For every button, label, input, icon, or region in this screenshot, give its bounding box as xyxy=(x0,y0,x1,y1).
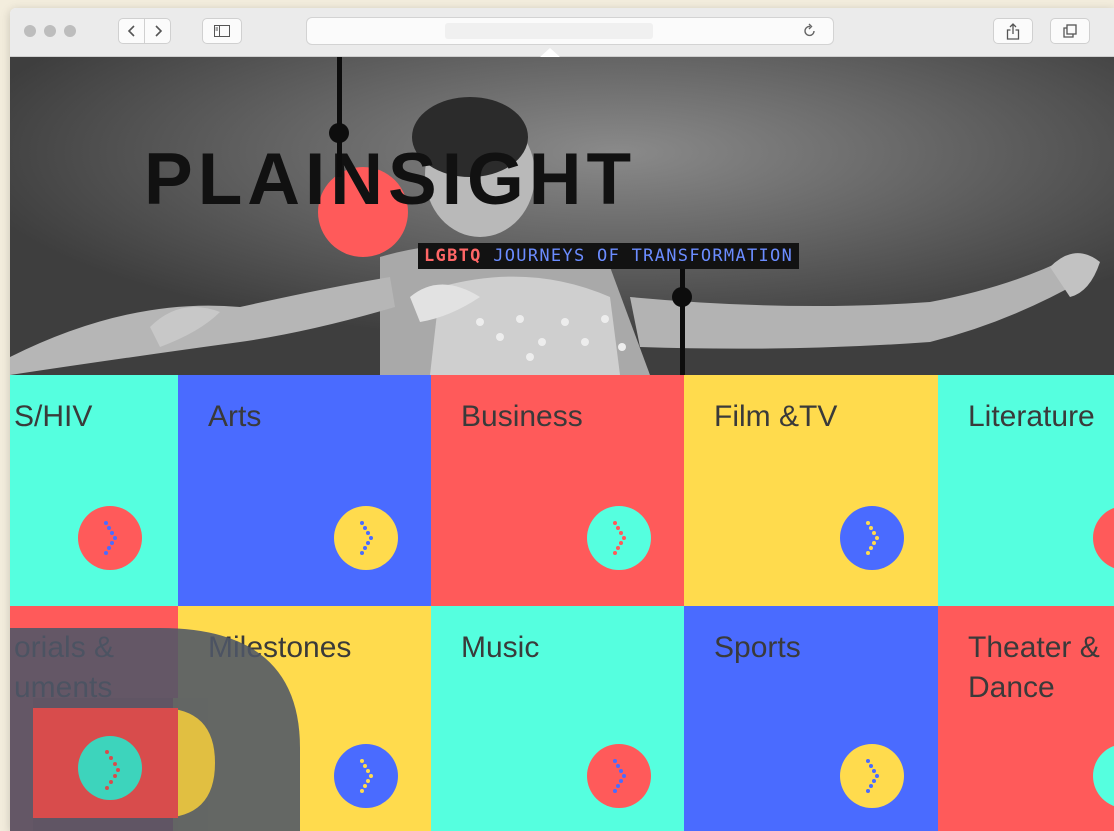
tagline-highlight: LGBTQ xyxy=(424,246,482,266)
category-go-button[interactable] xyxy=(840,506,904,570)
category-go-button[interactable] xyxy=(78,506,142,570)
category-label: Sports xyxy=(714,631,801,664)
category-tile[interactable]: Milestones xyxy=(178,606,431,831)
chevron-right-icon xyxy=(613,759,626,793)
category-go-button[interactable] xyxy=(587,506,651,570)
category-go-button[interactable] xyxy=(587,744,651,808)
tagline-text: JOURNEYS OF TRANSFORMATION xyxy=(481,246,794,266)
timeline-dot-top xyxy=(329,123,349,143)
show-tabs-button[interactable] xyxy=(1050,18,1090,44)
browser-window: PLAINSIGHT LGBTQ JOURNEYS OF TRANSFORMAT… xyxy=(10,8,1114,831)
chevron-left-icon xyxy=(127,25,135,37)
category-tile[interactable]: Literature xyxy=(938,375,1114,606)
category-label: orials & uments xyxy=(14,631,115,704)
popover-notch xyxy=(540,48,560,57)
chevron-right-icon xyxy=(104,521,117,555)
tabs-icon xyxy=(1063,24,1077,38)
chevron-right-icon xyxy=(360,521,373,555)
minimize-window-button[interactable] xyxy=(44,25,56,37)
category-go-button[interactable] xyxy=(1093,506,1114,570)
category-tile[interactable]: Sports xyxy=(684,606,938,831)
category-tile[interactable]: Music xyxy=(431,606,684,831)
chevron-right-icon xyxy=(360,759,373,793)
category-label: Milestones xyxy=(208,631,352,664)
share-button[interactable] xyxy=(993,18,1033,44)
sidebar-icon xyxy=(214,25,230,37)
zoom-window-button[interactable] xyxy=(64,25,76,37)
back-button[interactable] xyxy=(118,18,145,44)
address-bar[interactable] xyxy=(306,17,834,45)
category-tile[interactable]: orials & uments xyxy=(10,606,178,831)
category-go-button[interactable] xyxy=(840,744,904,808)
chevron-right-icon xyxy=(154,25,162,37)
category-label: S/HIV xyxy=(14,400,93,433)
hero-banner: PLAINSIGHT LGBTQ JOURNEYS OF TRANSFORMAT… xyxy=(10,57,1114,375)
category-label: Music xyxy=(461,631,540,664)
category-label: Arts xyxy=(208,400,262,433)
site-logo[interactable]: PLAINSIGHT xyxy=(144,143,636,216)
category-label: Literature xyxy=(968,400,1095,433)
category-tile[interactable]: Arts xyxy=(178,375,431,606)
chevron-right-icon xyxy=(866,521,879,555)
chevron-right-icon xyxy=(613,521,626,555)
chevron-right-icon xyxy=(1093,506,1114,570)
category-go-button[interactable] xyxy=(1093,744,1114,808)
share-icon xyxy=(1006,22,1020,40)
category-tile[interactable]: Film &TV xyxy=(684,375,938,606)
reload-icon[interactable] xyxy=(803,23,817,39)
category-label: Theater & Dance xyxy=(968,631,1100,704)
category-label: Film &TV xyxy=(714,400,838,433)
forward-button[interactable] xyxy=(144,18,171,44)
timeline-line-top xyxy=(337,57,342,177)
url-field[interactable] xyxy=(445,23,653,39)
category-tile[interactable]: Business xyxy=(431,375,684,606)
chevron-right-icon xyxy=(866,759,879,793)
timeline-line-bottom xyxy=(680,269,685,375)
site-tagline: LGBTQ JOURNEYS OF TRANSFORMATION xyxy=(418,243,800,269)
sidebar-toggle-button[interactable] xyxy=(202,18,242,44)
close-window-button[interactable] xyxy=(24,25,36,37)
category-go-button[interactable] xyxy=(334,506,398,570)
category-tile[interactable]: S/HIV xyxy=(10,375,178,606)
category-label: Business xyxy=(461,400,583,433)
chevron-right-icon xyxy=(104,759,117,793)
timeline-dot-bottom xyxy=(672,287,692,307)
chevron-right-icon xyxy=(1093,744,1114,808)
browser-toolbar xyxy=(10,8,1114,57)
category-tile[interactable]: Theater & Dance xyxy=(938,606,1114,831)
category-go-button[interactable] xyxy=(334,744,398,808)
category-go-button[interactable] xyxy=(78,744,142,808)
